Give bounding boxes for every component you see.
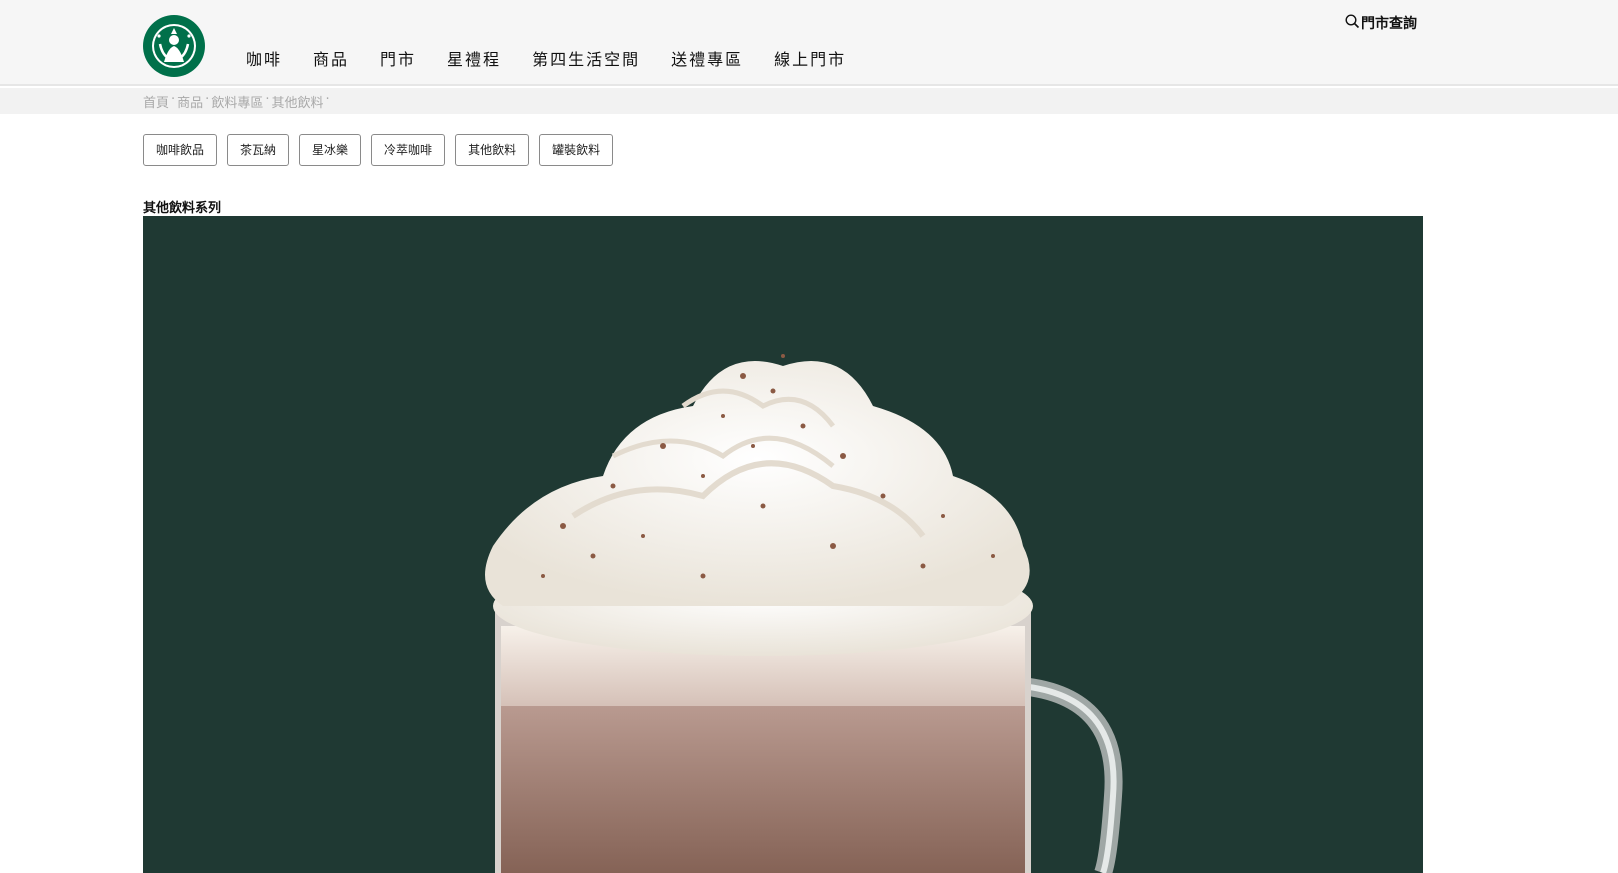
filter-other-beverages[interactable]: 其他飲料 — [455, 134, 530, 166]
breadcrumb-separator: · — [171, 92, 176, 107]
store-search-label: 門市查詢 — [1361, 16, 1417, 32]
filter-frappuccino[interactable]: 星冰樂 — [299, 134, 362, 166]
search-icon — [1345, 13, 1361, 33]
main-nav: 咖啡 商品 門市 星禮程 第四生活空間 送禮專區 線上門市 — [246, 46, 877, 70]
breadcrumb-beverages[interactable]: 飲料專區 — [211, 92, 263, 111]
breadcrumb-separator: · — [325, 92, 330, 107]
store-search-link[interactable]: 門市查詢 — [1345, 13, 1417, 33]
nav-item-coffee[interactable]: 咖啡 — [246, 46, 282, 70]
breadcrumb: 首頁 · 商品 · 飲料專區 · 其他飲料 · — [143, 92, 332, 111]
filter-bottled-beverages[interactable]: 罐裝飲料 — [539, 134, 614, 166]
section-title: 其他飲料系列 — [143, 201, 222, 216]
nav-item-online-store[interactable]: 線上門市 — [774, 46, 846, 70]
starbucks-logo-icon[interactable] — [142, 14, 206, 78]
filter-coffee-beverages[interactable]: 咖啡飲品 — [143, 134, 218, 166]
filter-cold-brew[interactable]: 冷萃咖啡 — [371, 134, 446, 166]
breadcrumb-separator: · — [265, 92, 270, 107]
nav-item-gifting[interactable]: 送禮專區 — [671, 46, 743, 70]
breadcrumb-products[interactable]: 商品 — [177, 92, 203, 111]
nav-item-fourth-place[interactable]: 第四生活空間 — [532, 46, 640, 70]
breadcrumb-other-beverages[interactable]: 其他飲料 — [271, 92, 323, 111]
filter-teavana[interactable]: 茶瓦納 — [227, 134, 290, 166]
breadcrumb-home[interactable]: 首頁 — [143, 92, 169, 111]
nav-item-rewards[interactable]: 星禮程 — [447, 46, 501, 70]
nav-item-products[interactable]: 商品 — [313, 46, 349, 70]
hot-chocolate-hero-image — [143, 216, 1423, 873]
nav-item-stores[interactable]: 門市 — [380, 46, 416, 70]
breadcrumb-separator: · — [205, 92, 210, 107]
site-header: 咖啡 商品 門市 星禮程 第四生活空間 送禮專區 線上門市 門市查詢 — [0, 0, 1618, 86]
breadcrumb-bar: 首頁 · 商品 · 飲料專區 · 其他飲料 · — [0, 88, 1618, 114]
category-filters: 咖啡飲品 茶瓦納 星冰樂 冷萃咖啡 其他飲料 罐裝飲料 — [143, 134, 623, 166]
